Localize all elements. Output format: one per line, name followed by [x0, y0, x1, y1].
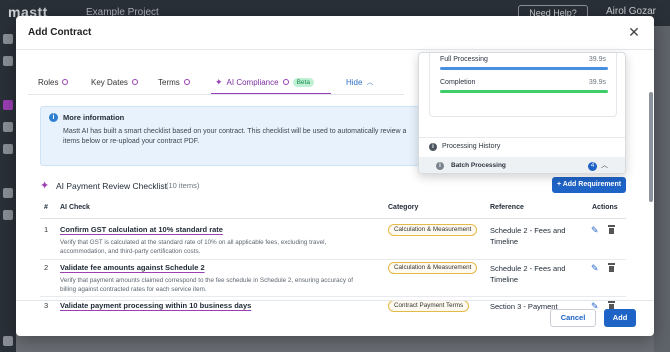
check-title[interactable]: Validate fee amounts against Schedule 2	[60, 263, 205, 272]
check-description: Verify that GST is calculated at the sta…	[60, 239, 327, 255]
add-contract-dialog: Add Contract ✕ Roles Key Dates Terms ✦ A…	[16, 16, 654, 336]
cancel-button[interactable]: Cancel	[550, 309, 596, 327]
add-requirement-label: Add Requirement	[562, 181, 622, 188]
beta-badge: Beta	[292, 77, 314, 87]
col-header-reference: Reference	[490, 204, 524, 211]
trash-icon[interactable]	[608, 225, 615, 234]
stage-progress-fill	[440, 90, 608, 93]
menu-icon[interactable]	[3, 34, 13, 44]
tab-key-dates[interactable]: Key Dates	[91, 72, 138, 92]
info-text-line1: Mastt AI has built a smart checklist bas…	[63, 128, 407, 135]
dialog-scrollbar[interactable]	[649, 92, 653, 202]
home-icon[interactable]	[3, 56, 13, 66]
check-description: Verify that payment amounts claimed corr…	[60, 277, 353, 293]
col-header-category: Category	[388, 204, 419, 211]
dialog-title: Add Contract	[28, 27, 92, 38]
stage-time: 39.9s	[588, 56, 606, 63]
trash-icon[interactable]	[608, 263, 615, 272]
status-dot-icon	[131, 79, 138, 85]
hide-tabs-link[interactable]: Hide ︿	[346, 72, 373, 92]
dollar-icon[interactable]	[3, 122, 13, 132]
checklist-title: AI Payment Review Checklist	[56, 181, 168, 191]
tab-bar: Roles Key Dates Terms ✦ AI Compliance Be…	[16, 72, 406, 95]
tab-label: Roles	[38, 77, 59, 87]
add-requirement-button[interactable]: + Add Requirement	[552, 177, 626, 193]
checklist-count: (10 items)	[166, 181, 200, 190]
check-title[interactable]: Confirm GST calculation at 10% standard …	[60, 225, 223, 234]
dialog-divider	[16, 49, 654, 50]
add-button[interactable]: Add	[604, 309, 636, 327]
batch-count-badge: 4	[588, 162, 597, 171]
edit-icon[interactable]: ✎	[591, 225, 599, 236]
stage-progress-fill	[440, 67, 608, 70]
document-icon[interactable]	[3, 188, 13, 198]
stage-time: 39.9s	[588, 79, 606, 86]
chevron-up-icon: ︿	[366, 79, 374, 86]
app-right-panel	[654, 26, 670, 352]
warning-icon[interactable]	[3, 144, 13, 154]
row-divider	[40, 259, 626, 260]
batch-processing-label: Batch Processing	[451, 162, 506, 169]
reference-text: Schedule 2 - Fees and Timeline	[490, 226, 566, 246]
batch-processing-row[interactable]: i Batch Processing 4 ︿	[419, 157, 625, 173]
status-dot-icon	[183, 79, 190, 85]
category-badge: Calculation & Measurement	[388, 224, 478, 236]
tab-terms[interactable]: Terms	[158, 72, 190, 92]
info-icon: i	[429, 143, 437, 151]
info-icon: i	[49, 113, 58, 122]
info-title: More information	[63, 113, 125, 122]
processing-popup: Full Processing 39.9s Completion 39.9s i…	[418, 52, 626, 174]
row-divider	[40, 296, 626, 297]
ai-icon[interactable]	[3, 100, 13, 110]
processing-history-title: Processing History	[442, 143, 501, 150]
status-dot-icon	[62, 79, 69, 85]
tab-label: Key Dates	[91, 77, 128, 87]
stage-label: Full Processing	[440, 56, 488, 63]
info-text-line2: items below or re-upload your contract P…	[63, 138, 200, 145]
app-sidebar	[0, 26, 16, 352]
stage-label: Completion	[440, 79, 476, 86]
sparkle-icon: ✦	[215, 76, 223, 87]
category-badge: Calculation & Measurement	[388, 262, 478, 274]
tab-ai-compliance[interactable]: ✦ AI Compliance Beta	[211, 72, 331, 95]
folder-icon[interactable]	[3, 210, 13, 220]
processing-stages-card: Full Processing 39.9s Completion 39.9s	[429, 53, 617, 117]
close-icon[interactable]: ✕	[626, 24, 642, 40]
col-header-actions: Actions	[592, 204, 618, 211]
edit-icon[interactable]: ✎	[591, 263, 599, 274]
header-divider	[40, 218, 626, 219]
category-badge: Contract Payment Terms	[388, 300, 470, 312]
row-number: 2	[44, 263, 49, 272]
tab-label: AI Compliance	[226, 77, 279, 87]
col-header-check: AI Check	[60, 204, 90, 211]
check-title[interactable]: Validate payment processing within 10 bu…	[60, 301, 251, 310]
col-header-num: #	[44, 204, 48, 211]
tabs-divider	[28, 94, 404, 95]
tab-roles[interactable]: Roles	[38, 72, 69, 92]
chevron-up-icon[interactable]: ︿	[601, 160, 608, 170]
stage-progress-bar	[440, 90, 608, 93]
settings-icon[interactable]	[3, 336, 13, 346]
tab-label: Terms	[158, 77, 180, 87]
stage-progress-bar	[440, 67, 608, 70]
status-dot-icon	[282, 79, 289, 85]
row-number: 1	[44, 225, 49, 234]
tab-label: Hide	[346, 77, 363, 87]
footer-divider	[16, 300, 654, 301]
sparkle-icon: ✦	[40, 180, 50, 192]
reference-text: Schedule 2 - Fees and Timeline	[490, 264, 566, 284]
popup-divider	[419, 137, 625, 138]
row-number: 3	[44, 301, 49, 310]
info-icon: i	[436, 162, 444, 170]
